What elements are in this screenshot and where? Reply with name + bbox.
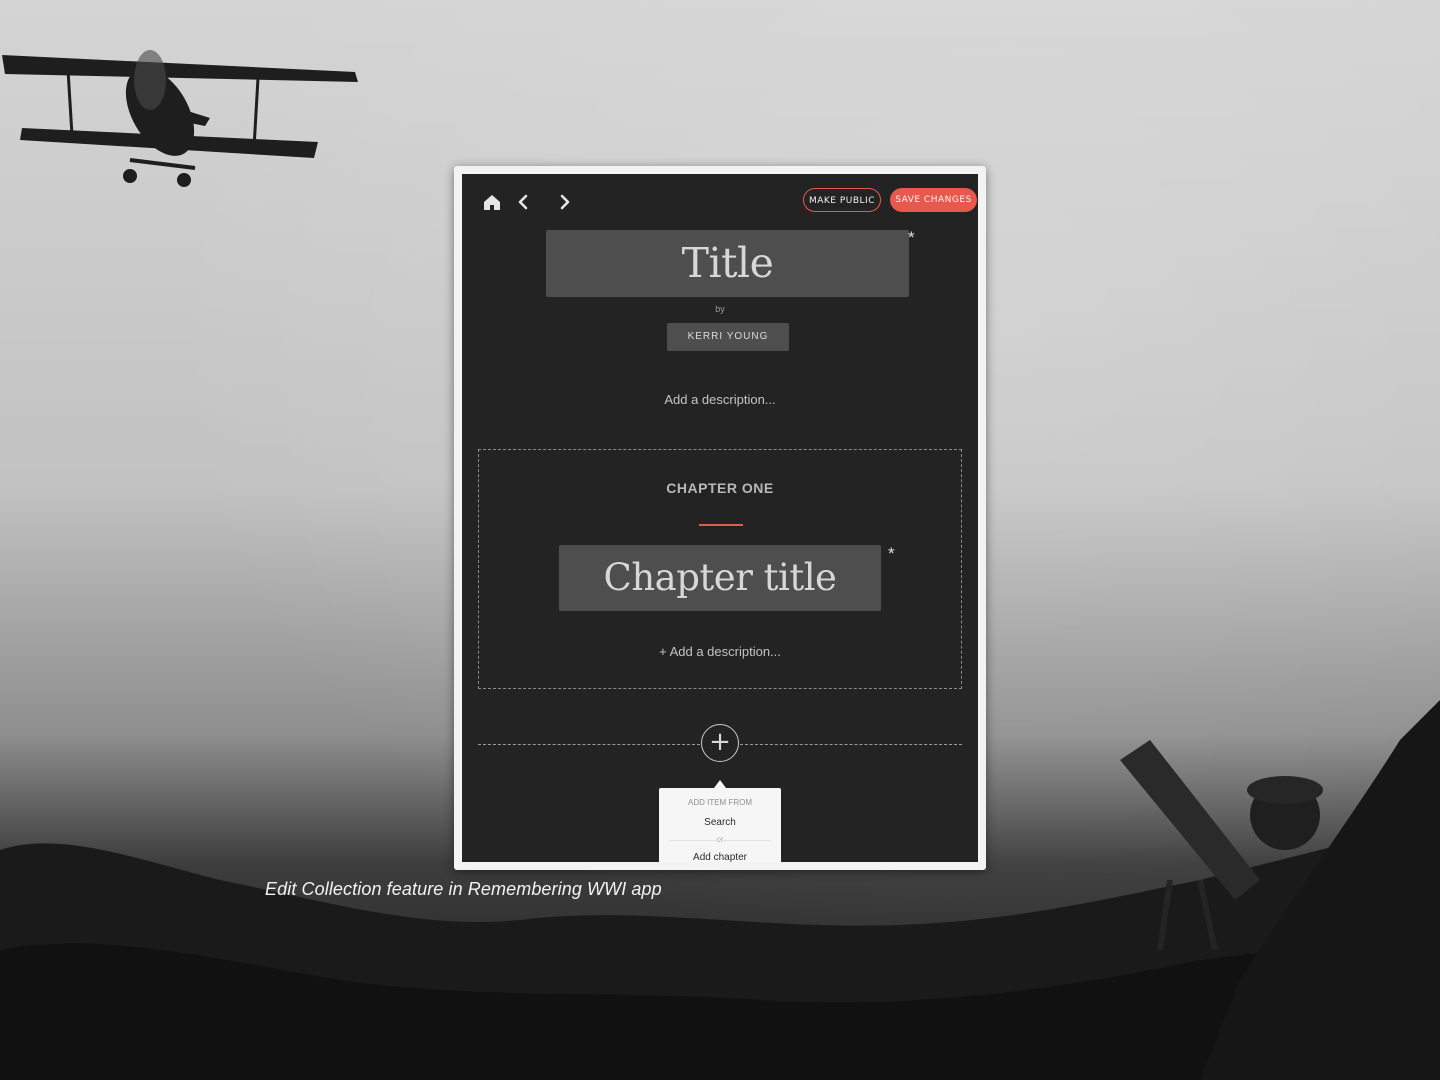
- chapter-divider: [699, 524, 743, 526]
- add-item-divider-right: [740, 744, 962, 745]
- chapter-title-required-marker: *: [888, 544, 895, 563]
- collection-title-input[interactable]: Title: [546, 230, 909, 297]
- add-from-search-option[interactable]: Search: [659, 817, 781, 828]
- by-label: by: [715, 304, 725, 314]
- edit-collection-screen: MAKE PUBLIC SAVE CHANGES Title * by KERR…: [462, 174, 978, 862]
- author-badge: KERRI YOUNG: [667, 323, 789, 351]
- popover-caret: [714, 780, 726, 788]
- chapter-description-input[interactable]: + Add a description...: [462, 644, 978, 659]
- add-item-divider-left: [478, 744, 700, 745]
- add-item-heading: ADD ITEM FROM: [688, 798, 752, 807]
- chevron-left-icon[interactable]: [511, 190, 535, 214]
- add-item-popover: ADD ITEM FROM Search or Add chapter: [659, 788, 781, 862]
- biplane-silhouette: [2, 50, 358, 187]
- save-changes-button[interactable]: SAVE CHANGES: [890, 188, 977, 212]
- app-screenshot-frame: MAKE PUBLIC SAVE CHANGES Title * by KERR…: [454, 166, 986, 870]
- home-icon[interactable]: [480, 190, 504, 214]
- title-required-marker: *: [908, 228, 915, 247]
- make-public-button[interactable]: MAKE PUBLIC: [803, 188, 881, 212]
- plus-circle-icon[interactable]: +: [701, 724, 739, 762]
- collection-description-input[interactable]: Add a description...: [462, 392, 978, 407]
- chapter-label: CHAPTER ONE: [666, 480, 774, 496]
- chevron-right-icon[interactable]: [553, 190, 577, 214]
- popover-separator: [669, 840, 771, 841]
- add-chapter-option[interactable]: Add chapter: [659, 852, 781, 862]
- figure-caption: Edit Collection feature in Remembering W…: [265, 879, 662, 899]
- chapter-title-input[interactable]: Chapter title: [559, 545, 881, 611]
